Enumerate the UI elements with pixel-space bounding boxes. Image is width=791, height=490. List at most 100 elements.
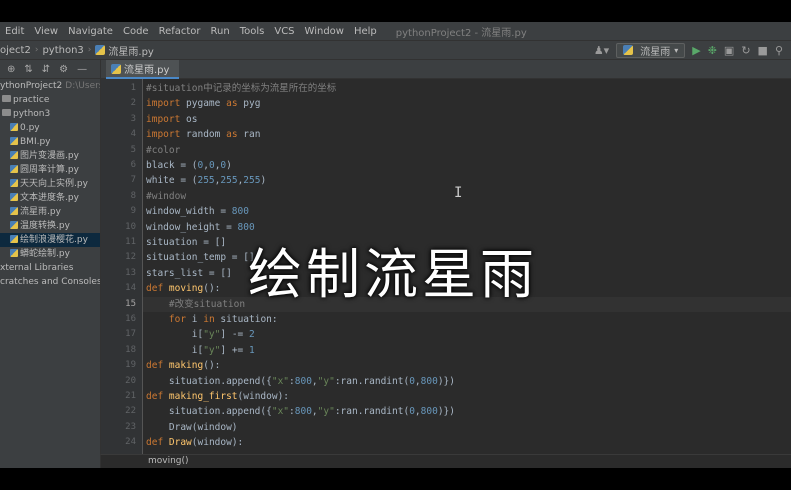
tree-item-path: D:\Users	[65, 81, 100, 91]
tree-item-label: cratches and Consoles	[0, 277, 100, 287]
expand-all-icon[interactable]: ⇅	[24, 64, 32, 75]
code-token: i	[191, 314, 204, 325]
line-number: 19	[125, 360, 136, 371]
menu-item-edit[interactable]: Edit	[0, 26, 29, 37]
python-icon	[623, 45, 634, 55]
menu-item-window[interactable]: Window	[300, 26, 349, 37]
tree-item[interactable]: 图片变漫画.py	[0, 149, 100, 163]
code-token: )	[260, 175, 267, 187]
code-token: moving	[168, 283, 204, 295]
code-line: def making_first(window):	[146, 389, 289, 404]
code-token: )	[226, 160, 232, 171]
tree-item[interactable]: 文本进度条.py	[0, 191, 100, 205]
gear-icon[interactable]: ⚙	[59, 64, 68, 75]
code-token: )})	[437, 375, 455, 387]
collapse-all-icon[interactable]: ⇵	[42, 64, 50, 75]
editor-tab-bar: 流星雨.py	[100, 60, 791, 79]
code-token: window_width =	[146, 206, 232, 218]
line-number: 9	[130, 206, 136, 217]
line-number: 5	[130, 144, 136, 155]
line-number: 15	[125, 298, 136, 309]
tree-item[interactable]: xternal Libraries	[0, 261, 100, 275]
tree-item[interactable]: 圆周率计算.py	[0, 163, 100, 177]
tree-item[interactable]: practice	[0, 93, 100, 107]
tree-item[interactable]: 流星雨.py	[0, 205, 100, 219]
code-line: window_height = 800	[146, 220, 255, 235]
code-token: i[	[146, 344, 204, 356]
code-token: "x"	[271, 406, 290, 418]
menu-item-navigate[interactable]: Navigate	[63, 26, 118, 37]
tree-item[interactable]: BMI.py	[0, 135, 100, 149]
code-token: #window	[146, 190, 187, 202]
editor-tab-active[interactable]: 流星雨.py	[106, 60, 180, 79]
tree-item[interactable]: cratches and Consoles	[0, 275, 100, 289]
coverage-icon[interactable]: ▣	[724, 44, 734, 57]
code-line: #color	[146, 143, 180, 158]
nav-crumb[interactable]: 流星雨.py	[108, 43, 156, 58]
menu-item-vcs[interactable]: VCS	[269, 26, 299, 37]
code-line: import os	[146, 112, 198, 127]
stop-icon[interactable]: ■	[758, 44, 768, 57]
hide-icon[interactable]: —	[77, 64, 87, 75]
tree-item-label: 天天向上实例.py	[20, 179, 88, 189]
nav-crumb[interactable]: python3	[42, 45, 86, 56]
tree-item[interactable]: 天天向上实例.py	[0, 177, 100, 191]
tree-item[interactable]: 温度转换.py	[0, 219, 100, 233]
tree-item-label: 流星雨.py	[20, 207, 61, 217]
code-token: :ran.randint(	[334, 406, 410, 418]
menu-item-run[interactable]: Run	[206, 26, 235, 37]
tree-item-label: BMI.py	[20, 137, 51, 147]
menu-bar: Edit View Navigate Code Refactor Run Tools VCS W…	[0, 22, 791, 40]
profile-icon[interactable]: ↻	[741, 44, 750, 57]
project-tree: ythonProject2 D:\Users practice python3 0.py…	[0, 79, 100, 468]
line-number: 7	[130, 175, 136, 186]
search-icon[interactable]: ⚲	[775, 44, 783, 57]
menu-item-view[interactable]: View	[29, 26, 63, 37]
code-line: window_width = 800	[146, 204, 249, 219]
tree-item-label: 绘制浪漫樱花.py	[20, 235, 88, 245]
menu-item-refactor[interactable]: Refactor	[154, 26, 206, 37]
debug-icon[interactable]: ❉	[708, 44, 717, 57]
line-number: 16	[125, 314, 136, 324]
menu-item-tools[interactable]: Tools	[235, 26, 270, 37]
nav-crumb[interactable]: oject2	[0, 45, 34, 56]
code-token: :ran.randint(	[334, 375, 410, 387]
folder-icon	[2, 95, 11, 102]
project-toolwindow-header: ⊕ ⇅ ⇵ ⚙ —	[0, 60, 100, 79]
menu-item-help[interactable]: Help	[349, 26, 382, 37]
python-file-icon	[10, 165, 18, 173]
tree-item[interactable]: python3	[0, 107, 100, 121]
code-breadcrumb[interactable]: moving()	[100, 454, 791, 468]
line-number: 3	[130, 113, 136, 124]
code-token: import	[146, 98, 187, 110]
user-icon[interactable]: ♟▾	[594, 44, 609, 57]
tree-item-label: 文本进度条.py	[20, 193, 79, 203]
code-token: ():	[203, 360, 221, 372]
code-token: situation.append({	[146, 375, 272, 387]
tree-item[interactable]: 蟒蛇绘制.py	[0, 247, 100, 261]
ide-window: Edit View Navigate Code Refactor Run Tools VCS W…	[0, 22, 791, 468]
editor-tab-label: 流星雨.py	[124, 65, 170, 76]
code-token: random	[186, 129, 227, 141]
line-number-gutter: 1 2 3 4 5 6 7 8 9 10 11 12 13 14 15 16 17 18 19 20 21 22 23 24	[101, 79, 143, 454]
video-caption-overlay: 绘制流星雨	[248, 243, 538, 306]
tree-item[interactable]: 0.py	[0, 121, 100, 135]
code-line: situation_temp = []	[146, 250, 255, 265]
tree-item-label: 圆周率计算.py	[20, 165, 79, 175]
folder-icon	[2, 109, 11, 116]
tree-item[interactable]: 绘制浪漫樱花.py	[0, 233, 100, 247]
run-configuration-select[interactable]: 流星雨 ▾	[616, 42, 686, 58]
code-token: def	[146, 437, 169, 449]
code-token: "y"	[317, 375, 335, 387]
code-token: def	[146, 391, 169, 402]
run-icon[interactable]: ▶	[692, 44, 700, 57]
code-token: 255	[220, 175, 238, 187]
code-token: 1	[248, 344, 255, 356]
target-icon[interactable]: ⊕	[7, 64, 15, 75]
python-file-icon	[10, 249, 18, 257]
tree-item-label: 温度转换.py	[20, 221, 70, 231]
tree-item[interactable]: ythonProject2 D:\Users	[0, 79, 100, 93]
code-line: white = (255,255,255)	[146, 173, 266, 188]
menu-item-code[interactable]: Code	[118, 26, 154, 37]
